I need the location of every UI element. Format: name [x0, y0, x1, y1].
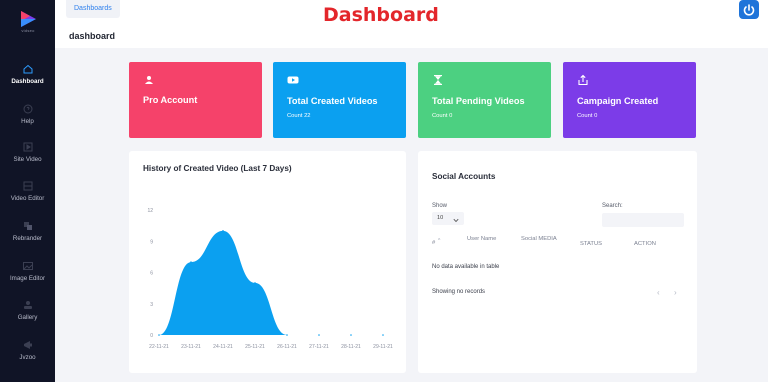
- sidebar-item-dashboard[interactable]: Dashboard: [0, 64, 55, 85]
- power-button[interactable]: [739, 0, 759, 19]
- card-title: Campaign Created: [577, 96, 659, 106]
- x-tick-label: 22-11-21: [149, 344, 169, 350]
- area-chart: 0 3 6 9 12 22-11-21 23-11-21 24-11-21 25-11-21 26…: [147, 208, 393, 350]
- social-accounts-title: Social Accounts: [432, 172, 496, 181]
- show-entries-label: Show: [432, 203, 448, 209]
- logo-text: vidseo: [21, 28, 35, 33]
- help-icon: [22, 104, 34, 114]
- card-count: Count 22: [287, 113, 311, 119]
- site-video-icon: [22, 142, 34, 152]
- user-icon: [143, 73, 155, 85]
- sidebar-item-label: Gallery: [17, 314, 38, 321]
- data-point: [190, 261, 192, 263]
- card-count: Count 0: [432, 113, 453, 119]
- card-count: Count 0: [577, 113, 598, 119]
- campaign-created-card[interactable]: Campaign Created Count 0: [563, 62, 696, 138]
- entries-per-page-value: 10: [437, 215, 444, 221]
- sidebar-item-video-editor[interactable]: Video Editor: [0, 181, 55, 202]
- sidebar-item-label: Dashboard: [11, 78, 44, 85]
- share-icon: [577, 73, 589, 86]
- sidebar-item-jvzoo[interactable]: Jvzoo: [0, 340, 55, 361]
- sidebar-item-label: Video Editor: [10, 195, 45, 202]
- column-header-status[interactable]: STATUS: [580, 241, 602, 247]
- home-icon: [22, 64, 34, 74]
- total-created-videos-card[interactable]: Total Created Videos Count 22: [273, 62, 406, 138]
- image-editor-icon: [22, 261, 34, 271]
- data-point: [286, 334, 288, 336]
- series-area: [159, 230, 383, 335]
- history-chart-panel: History of Created Video (Last 7 Days) 0…: [129, 151, 406, 373]
- sidebar-item-label: Image Editor: [9, 275, 46, 282]
- data-point: [350, 334, 352, 336]
- y-tick-label: 9: [150, 239, 153, 245]
- data-point: [158, 334, 160, 336]
- y-tick-label: 0: [150, 333, 153, 339]
- x-tick-label: 29-11-21: [373, 344, 393, 350]
- empty-table-message: No data available in table: [432, 264, 500, 270]
- previous-page-button[interactable]: ‹: [657, 288, 660, 297]
- video-editor-icon: [22, 181, 34, 191]
- sort-icon: ^: [438, 238, 441, 244]
- data-point: [318, 334, 320, 336]
- sidebar-item-label: Jvzoo: [19, 354, 36, 361]
- x-tick-label: 23-11-21: [181, 344, 201, 350]
- card-title: Pro Account: [143, 95, 198, 105]
- data-point: [254, 282, 256, 284]
- search-input[interactable]: [602, 213, 684, 227]
- top-bar: Dashboards Dashboard dashboard: [55, 0, 768, 48]
- x-tick-label: 25-11-21: [245, 344, 265, 350]
- column-header-action[interactable]: ACTION: [634, 241, 656, 247]
- sidebar-item-rebrander[interactable]: Rebrander: [0, 221, 55, 242]
- next-page-button[interactable]: ›: [674, 288, 677, 297]
- sidebar-item-label: Rebrander: [12, 235, 43, 242]
- data-point: [222, 230, 224, 232]
- sidebar-item-image-editor[interactable]: Image Editor: [0, 261, 55, 282]
- sidebar-item-label: Site Video: [13, 156, 42, 163]
- overlay-title: Dashboard: [323, 4, 439, 26]
- y-tick-label: 3: [150, 302, 153, 308]
- column-header-user-name[interactable]: User Name: [467, 236, 496, 242]
- breadcrumb[interactable]: Dashboards: [66, 0, 120, 18]
- rebrander-icon: [22, 221, 34, 231]
- y-tick-label: 6: [150, 271, 153, 277]
- megaphone-icon: [22, 340, 34, 350]
- power-icon: [743, 3, 755, 16]
- card-title: Total Created Videos: [287, 96, 378, 106]
- card-title: Total Pending Videos: [432, 96, 525, 106]
- column-header-index[interactable]: #: [432, 240, 435, 246]
- column-header-social-media[interactable]: Social MEDIA: [521, 236, 557, 242]
- sidebar-item-label: Help: [21, 118, 34, 125]
- gallery-icon: [22, 300, 34, 310]
- youtube-icon: [287, 73, 299, 85]
- x-tick-label: 27-11-21: [309, 344, 329, 350]
- x-tick-label: 28-11-21: [341, 344, 361, 350]
- records-info: Showing no records: [432, 289, 486, 295]
- sidebar: vidseo Dashboard Help Site Video Video E…: [0, 0, 55, 382]
- pro-account-card[interactable]: Pro Account: [129, 62, 262, 138]
- page-title: dashboard: [69, 31, 116, 41]
- sidebar-item-help[interactable]: Help: [0, 104, 55, 125]
- social-accounts-panel: Social Accounts Show 10 Search: # ^ User…: [418, 151, 697, 373]
- entries-per-page-select[interactable]: 10: [432, 212, 464, 225]
- x-tick-label: 26-11-21: [277, 344, 297, 350]
- sidebar-item-gallery[interactable]: Gallery: [0, 300, 55, 321]
- data-point: [382, 334, 384, 336]
- x-tick-label: 24-11-21: [213, 344, 233, 350]
- search-label: Search:: [602, 203, 623, 209]
- chevron-down-icon: [453, 216, 459, 229]
- total-pending-videos-card[interactable]: Total Pending Videos Count 0: [418, 62, 551, 138]
- y-tick-label: 12: [147, 208, 153, 214]
- hourglass-icon: [432, 73, 444, 85]
- sidebar-item-site-video[interactable]: Site Video: [0, 142, 55, 163]
